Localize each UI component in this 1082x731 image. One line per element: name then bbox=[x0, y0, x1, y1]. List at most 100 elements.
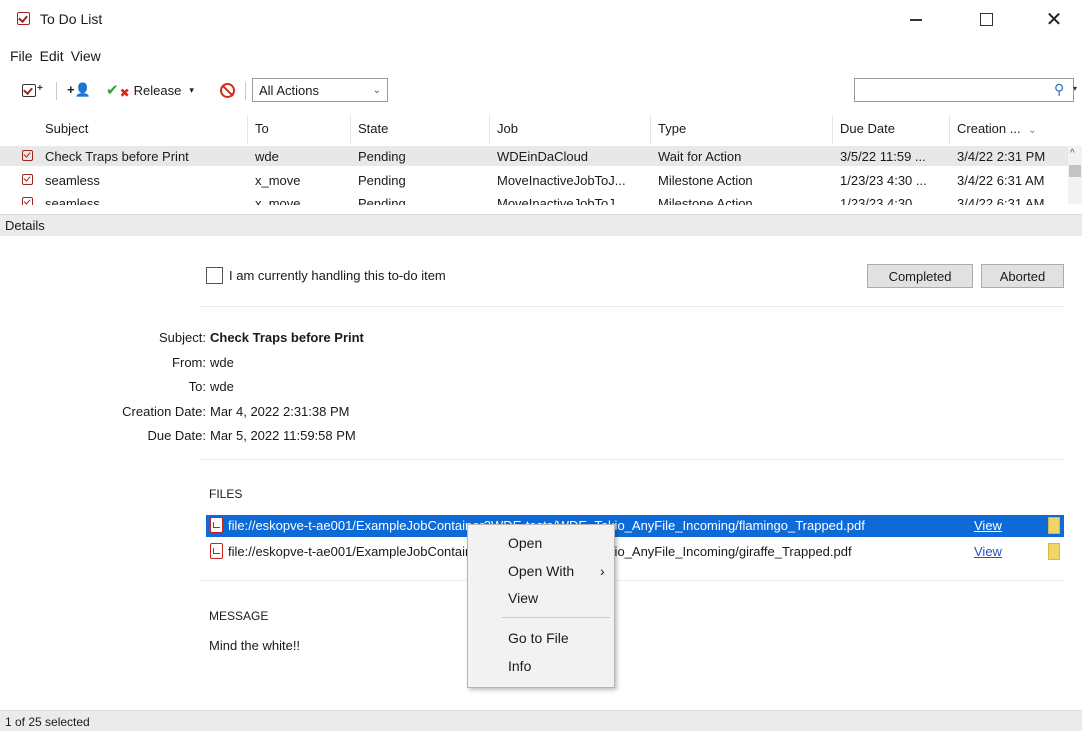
pdf-file-icon bbox=[210, 517, 223, 533]
cell-to: wde bbox=[255, 149, 279, 164]
search-input[interactable] bbox=[854, 78, 1074, 102]
aborted-button[interactable]: Aborted bbox=[981, 264, 1064, 288]
creation-date-value: Mar 4, 2022 2:31:38 PM bbox=[210, 404, 350, 419]
todo-item-icon bbox=[22, 150, 33, 161]
context-menu: Open Open With › View Go to File Info bbox=[467, 524, 615, 688]
add-user-icon: +👤 bbox=[67, 82, 91, 97]
file-row[interactable]: file://eskopve-t-ae001/ExampleJobContain… bbox=[206, 541, 1064, 563]
handling-checkbox[interactable] bbox=[206, 267, 223, 284]
column-header-job[interactable]: Job bbox=[497, 121, 518, 136]
cell-state: Pending bbox=[358, 149, 406, 164]
cell-job: MoveInactiveJobToJ... bbox=[497, 173, 626, 188]
context-menu-info[interactable]: Info bbox=[508, 658, 531, 674]
close-button[interactable]: ✕ bbox=[1031, 4, 1077, 34]
table-header: Subject To State Job Type Due Date Creat… bbox=[0, 115, 1082, 144]
assign-user-button[interactable]: +👤 bbox=[67, 79, 95, 101]
details-section-bar: Details bbox=[0, 214, 1082, 236]
maximize-button[interactable] bbox=[963, 4, 1009, 34]
column-header-creation-label: Creation ... bbox=[957, 121, 1021, 136]
menu-view[interactable]: View bbox=[71, 48, 101, 68]
search-icon[interactable]: ⚲ bbox=[1054, 81, 1064, 98]
title-bar: To Do List ✕ bbox=[0, 0, 1082, 40]
cell-type: Milestone Action bbox=[658, 173, 753, 188]
dropdown-caret-icon[interactable]: ▾ bbox=[189, 85, 194, 96]
column-header-subject[interactable]: Subject bbox=[45, 121, 88, 136]
to-value: wde bbox=[210, 379, 234, 394]
table-row[interactable]: seamless x_move Pending MoveInactiveJobT… bbox=[0, 193, 1068, 205]
cell-subject: seamless bbox=[45, 173, 100, 188]
menu-edit[interactable]: Edit bbox=[40, 48, 64, 68]
new-todo-button[interactable]: + bbox=[22, 79, 44, 101]
divider bbox=[200, 459, 1064, 460]
release-button[interactable]: ✔ ✖ Release ▾ bbox=[106, 79, 238, 101]
divider bbox=[200, 306, 1064, 307]
context-menu-go-to-file[interactable]: Go to File bbox=[508, 630, 569, 646]
from-label: From: bbox=[172, 355, 206, 370]
column-header-type[interactable]: Type bbox=[658, 121, 686, 136]
column-divider[interactable] bbox=[650, 115, 651, 144]
sort-descending-icon: ⌄ bbox=[1028, 125, 1037, 136]
scrollbar-thumb[interactable] bbox=[1069, 165, 1081, 177]
cell-subject: seamless bbox=[45, 196, 100, 205]
context-menu-view[interactable]: View bbox=[508, 590, 538, 606]
todo-app-icon bbox=[17, 12, 30, 25]
cell-due-date: 1/23/23 4:30 ... bbox=[840, 173, 927, 188]
context-menu-separator bbox=[502, 617, 610, 618]
search-options-caret-icon[interactable]: ▾ bbox=[1073, 84, 1077, 93]
subject-label: Subject: bbox=[159, 330, 206, 345]
file-view-link[interactable]: View bbox=[974, 518, 1002, 533]
folder-icon[interactable] bbox=[1048, 543, 1060, 560]
cell-subject: Check Traps before Print bbox=[45, 149, 189, 164]
menu-bar: File Edit View bbox=[10, 48, 101, 68]
table-row[interactable]: Check Traps before Print wde Pending WDE… bbox=[0, 146, 1068, 166]
handling-label[interactable]: I am currently handling this to-do item bbox=[229, 268, 446, 283]
file-row[interactable]: file://eskopve-t-ae001/ExampleJobContain… bbox=[206, 515, 1064, 537]
window-title: To Do List bbox=[40, 11, 103, 27]
abort-button[interactable] bbox=[220, 79, 238, 101]
column-divider[interactable] bbox=[247, 115, 248, 144]
context-menu-open[interactable]: Open bbox=[508, 535, 542, 551]
cell-job: WDEinDaCloud bbox=[497, 149, 589, 164]
new-todo-icon: + bbox=[22, 83, 43, 97]
toolbar-separator bbox=[56, 82, 57, 100]
column-header-state[interactable]: State bbox=[358, 121, 388, 136]
minimize-button[interactable] bbox=[893, 4, 939, 34]
menu-file[interactable]: File bbox=[10, 48, 33, 68]
cell-due-date: 3/5/22 11:59 ... bbox=[840, 149, 926, 164]
scroll-up-icon[interactable]: ^ bbox=[1070, 148, 1075, 159]
cell-creation: 3/4/22 6:31 AM bbox=[957, 196, 1045, 205]
file-view-link[interactable]: View bbox=[974, 544, 1002, 559]
status-bar: 1 of 25 selected bbox=[0, 710, 1082, 731]
chevron-down-icon: ⌄ bbox=[372, 84, 381, 96]
cell-creation: 3/4/22 6:31 AM bbox=[957, 173, 1045, 188]
column-divider[interactable] bbox=[489, 115, 490, 144]
completed-button[interactable]: Completed bbox=[867, 264, 973, 288]
column-divider[interactable] bbox=[350, 115, 351, 144]
column-header-to[interactable]: To bbox=[255, 121, 269, 136]
column-header-due-date[interactable]: Due Date bbox=[840, 121, 895, 136]
toolbar-separator bbox=[245, 82, 246, 100]
column-divider[interactable] bbox=[832, 115, 833, 144]
cell-state: Pending bbox=[358, 196, 406, 205]
release-label: Release bbox=[133, 82, 182, 98]
maximize-icon bbox=[979, 12, 993, 26]
submenu-arrow-icon: › bbox=[600, 563, 605, 579]
todo-item-icon bbox=[22, 197, 33, 205]
context-menu-open-with[interactable]: Open With bbox=[508, 563, 574, 579]
prohibited-icon bbox=[220, 82, 235, 98]
folder-icon[interactable] bbox=[1048, 517, 1060, 534]
creation-date-label: Creation Date: bbox=[122, 404, 206, 419]
column-header-creation[interactable]: Creation ... ⌄ bbox=[957, 121, 1037, 136]
due-date-label: Due Date: bbox=[147, 428, 206, 443]
files-section-title: FILES bbox=[209, 487, 243, 501]
cell-to: x_move bbox=[255, 196, 301, 205]
todo-item-icon bbox=[22, 174, 33, 185]
actions-filter-value: All Actions bbox=[259, 82, 319, 98]
cell-creation: 3/4/22 2:31 PM bbox=[957, 149, 1046, 164]
actions-filter-dropdown[interactable]: All Actions ⌄ bbox=[252, 78, 388, 102]
due-date-value: Mar 5, 2022 11:59:58 PM bbox=[210, 428, 356, 443]
table-row[interactable]: seamless x_move Pending MoveInactiveJobT… bbox=[0, 170, 1068, 190]
cell-type: Milestone Action bbox=[658, 196, 753, 205]
cell-type: Wait for Action bbox=[658, 149, 742, 164]
column-divider[interactable] bbox=[949, 115, 950, 144]
